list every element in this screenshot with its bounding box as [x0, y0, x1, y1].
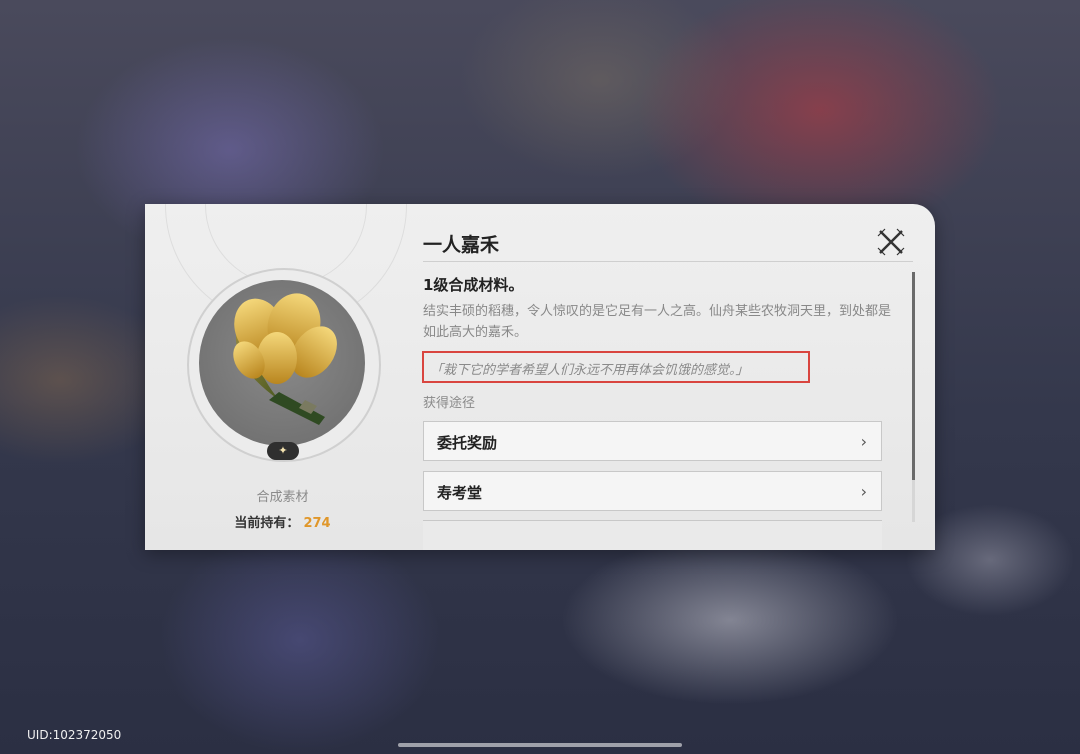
home-indicator[interactable]: [398, 743, 682, 747]
rarity-badge: ✦: [267, 442, 299, 460]
close-icon: [877, 228, 905, 256]
owned-label: 当前持有：: [234, 516, 300, 531]
source-label: 委托奖励: [437, 434, 498, 452]
item-quote: 「栽下它的学者希望人们永远不用再体会饥饿的感觉。」: [430, 363, 749, 378]
item-detail-panel: ✦ 合成素材 当前持有： 274 一人嘉禾 1级合成材料。 结实丰硕的稻穗，令人惊…: [145, 204, 935, 550]
source-list-overflow: [423, 520, 882, 550]
obtain-heading: 获得途径: [423, 396, 476, 411]
chevron-right-icon: ›: [860, 432, 867, 451]
item-title: 一人嘉禾: [423, 234, 500, 256]
item-description: 结实丰硕的稻穗，令人惊叹的是它足有一人之高。仙舟某些农牧洞天里，到处都是如此高大…: [423, 304, 892, 340]
player-uid: UID:102372050: [27, 728, 122, 742]
close-button[interactable]: [875, 226, 907, 258]
chevron-right-icon: ›: [860, 482, 867, 501]
owned-number: 274: [303, 516, 331, 531]
source-label: 寿考堂: [437, 484, 483, 502]
owned-count: 当前持有： 274: [145, 512, 420, 531]
highlighted-quote: 「栽下它的学者希望人们永远不用再体会饥饿的感觉。」: [422, 351, 810, 383]
source-shoukao-hall[interactable]: 寿考堂 ›: [423, 471, 882, 511]
item-icon: [199, 280, 365, 446]
golden-rice-grain-icon: [233, 293, 337, 425]
scrollbar-thumb[interactable]: [912, 272, 915, 480]
title-divider: [423, 261, 913, 262]
item-level-type: 1级合成材料。: [423, 276, 524, 294]
source-commission-reward[interactable]: 委托奖励 ›: [423, 421, 882, 461]
item-category: 合成素材: [256, 490, 309, 505]
